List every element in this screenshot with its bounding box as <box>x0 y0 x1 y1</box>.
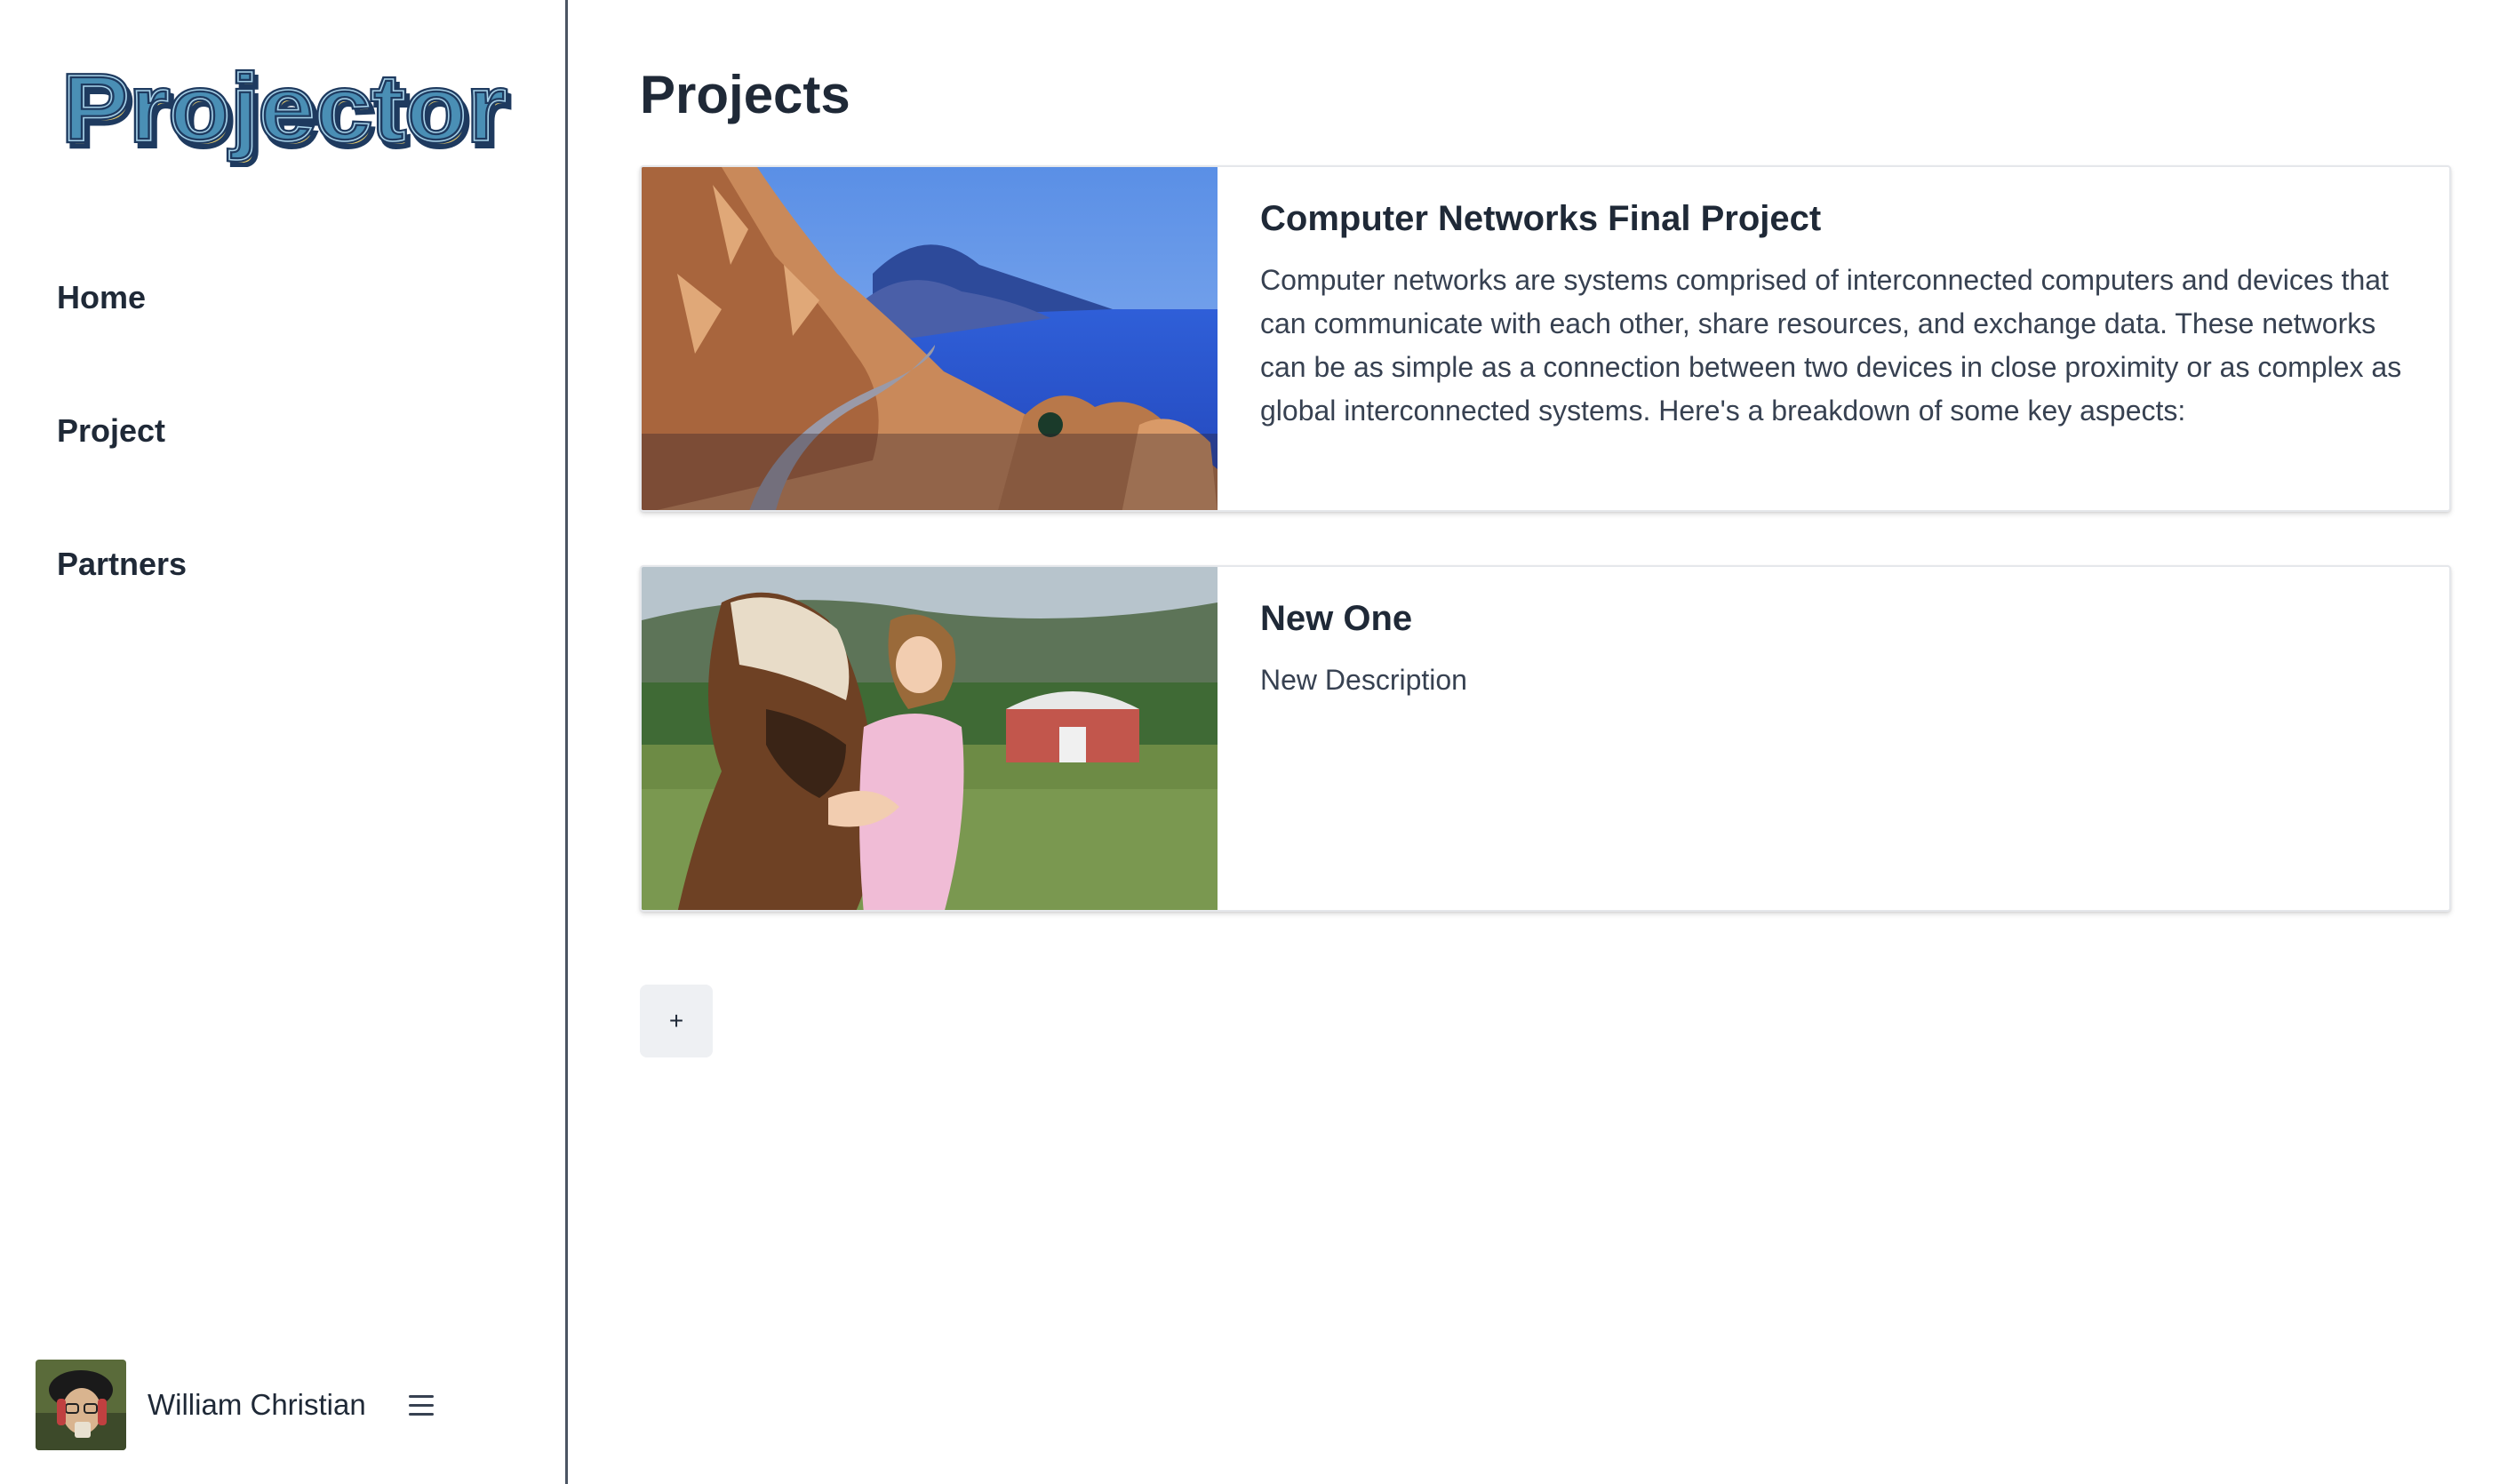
project-card-body: New One New Description <box>1218 567 2449 910</box>
project-card[interactable]: Computer Networks Final Project Computer… <box>640 165 2451 512</box>
project-title: New One <box>1260 599 1413 638</box>
avatar[interactable] <box>36 1360 126 1450</box>
project-image-coastal-road <box>642 167 1218 510</box>
user-name: William Christian <box>148 1388 366 1421</box>
project-description: New Description <box>1260 664 1467 696</box>
sidebar-item-partners[interactable]: Partners <box>57 533 187 666</box>
project-card[interactable]: New One New Description <box>640 565 2451 912</box>
sidebar-item-project[interactable]: Project <box>57 400 187 533</box>
user-profile: William Christian <box>36 1360 444 1450</box>
sidebar-item-home[interactable]: Home <box>57 267 187 400</box>
project-description: Computer networks are systems comprised … <box>1260 264 2402 427</box>
project-title: Computer Networks Final Project <box>1260 199 1822 238</box>
sidebar: Projector Projector Projector Home Proje… <box>0 0 568 1484</box>
app-root: Projector Projector Projector Home Proje… <box>0 0 2515 1484</box>
page-title: Projects <box>640 65 850 124</box>
sidebar-nav: Home Project Partners <box>57 267 187 666</box>
project-card-body: Computer Networks Final Project Computer… <box>1218 167 2449 510</box>
projector-logo-graphic: Projector Projector Projector <box>60 53 513 169</box>
logo-highlight-text: Projector <box>62 56 507 161</box>
coastal-road-illustration <box>642 167 1218 510</box>
hamburger-menu-icon[interactable] <box>408 1387 444 1423</box>
add-project-button[interactable]: + <box>640 985 713 1057</box>
project-image-pony <box>642 567 1218 910</box>
projector-logo[interactable]: Projector Projector Projector <box>55 52 517 169</box>
girl-with-pony-photo <box>642 567 1218 910</box>
avatar-image <box>36 1360 126 1450</box>
